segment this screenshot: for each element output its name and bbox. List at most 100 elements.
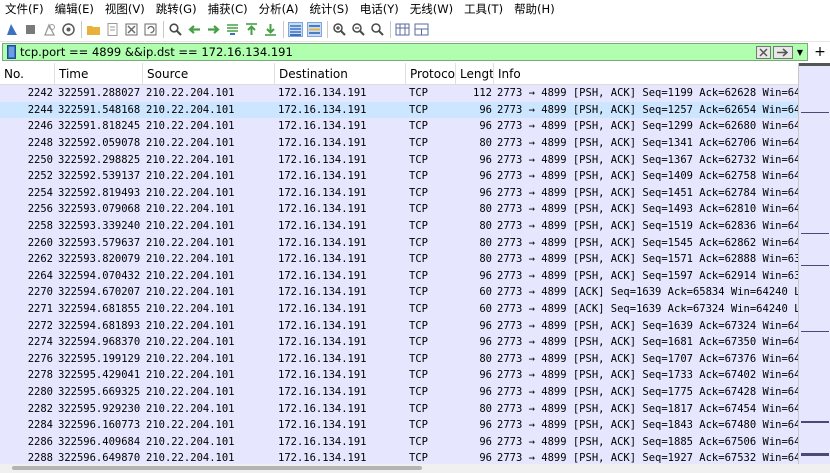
packet-row[interactable]: 2286 322596.409684 210.22.204.101 172.16.13… [0, 433, 798, 451]
packet-number: 2258 [27, 220, 53, 233]
clear-filter-icon[interactable] [756, 45, 771, 59]
go-last-icon[interactable] [262, 21, 279, 39]
go-back-icon[interactable] [186, 21, 203, 39]
apply-filter-icon[interactable] [773, 45, 793, 59]
packet-info: 2773 → 4899 [PSH, ACK] Seq=1493 Ack=6281… [497, 203, 798, 216]
packet-row[interactable]: 2248 322592.059078 210.22.204.101 172.16.13… [0, 134, 798, 152]
horizontal-scrollbar-thumb[interactable] [12, 466, 422, 470]
packet-rows: 2242 322591.288027 210.22.204.101 172.16.13… [0, 85, 798, 464]
column-header-protocol[interactable]: Protoco [406, 63, 456, 85]
packet-time: 322595.669325 [58, 385, 141, 398]
packet-row[interactable]: 2270 322594.670207 210.22.204.101 172.16.13… [0, 284, 798, 301]
start-capture-icon[interactable] [3, 21, 20, 39]
colorize-icon[interactable] [306, 21, 323, 39]
packet-row[interactable]: 2258 322593.339240 210.22.204.101 172.16.13… [0, 217, 798, 235]
menu-item-3[interactable]: 跳转(G) [151, 0, 203, 18]
packet-time: 322592.819493 [58, 186, 141, 199]
packet-number: 2276 [27, 352, 53, 365]
packet-length: 96 [479, 336, 492, 349]
packet-minimap-scrollbar[interactable] [798, 63, 830, 464]
go-to-packet-icon[interactable] [224, 21, 241, 39]
packet-destination: 172.16.134.191 [278, 253, 367, 266]
find-packet-icon[interactable] [167, 21, 184, 39]
packet-source: 210.22.204.101 [146, 153, 235, 166]
packet-row[interactable]: 2272 322594.681893 210.22.204.101 172.16.13… [0, 317, 798, 334]
menu-item-9[interactable]: 工具(T) [459, 0, 509, 18]
packet-destination: 172.16.134.191 [278, 269, 367, 282]
menu-item-6[interactable]: 统计(S) [304, 0, 354, 18]
packet-row[interactable]: 2282 322595.929230 210.22.204.101 172.16.13… [0, 400, 798, 417]
menu-item-1[interactable]: 编辑(E) [50, 0, 100, 18]
packet-row[interactable]: 2278 322595.429041 210.22.204.101 172.16.13… [0, 367, 798, 384]
packet-row[interactable]: 2271 322594.681855 210.22.204.101 172.16.13… [0, 300, 798, 318]
toolbar-separator [327, 21, 328, 38]
autoscroll-icon[interactable] [287, 21, 304, 39]
add-filter-button[interactable]: + [813, 43, 827, 61]
packet-row[interactable]: 2288 322596.649870 210.22.204.101 172.16.13… [0, 450, 798, 464]
zoom-reset-icon[interactable] [369, 21, 386, 39]
packet-row[interactable]: 2254 322592.819493 210.22.204.101 172.16.13… [0, 184, 798, 202]
packet-row[interactable]: 2244 322591.548168 210.22.204.101 172.16.13… [0, 101, 798, 119]
minimap-thumb[interactable] [799, 63, 830, 66]
packet-list[interactable]: No. Time Source Destination Protoco Leng… [0, 63, 798, 464]
packet-number: 2270 [27, 286, 53, 299]
packet-row[interactable]: 2280 322595.669325 210.22.204.101 172.16.13… [0, 383, 798, 401]
menu-item-8[interactable]: 无线(W) [405, 0, 459, 18]
horizontal-scrollbar[interactable] [0, 464, 830, 473]
filter-bookmark-icon[interactable] [5, 44, 17, 60]
packet-source: 210.22.204.101 [146, 186, 235, 199]
menu-item-7[interactable]: 电话(Y) [355, 0, 405, 18]
packet-row[interactable]: 2246 322591.818245 210.22.204.101 172.16.13… [0, 118, 798, 135]
open-file-icon[interactable] [85, 21, 102, 39]
column-header-length[interactable]: Lengt [456, 63, 494, 85]
zoom-in-icon[interactable] [331, 21, 348, 39]
packet-row[interactable]: 2276 322595.199129 210.22.204.101 172.16.13… [0, 350, 798, 368]
packet-number: 2282 [27, 402, 53, 415]
packet-source: 210.22.204.101 [146, 303, 235, 316]
display-filter-input[interactable] [17, 44, 756, 60]
column-header-time[interactable]: Time [55, 63, 143, 85]
packet-number: 2271 [27, 303, 53, 316]
packet-source: 210.22.204.101 [146, 319, 235, 332]
menu-item-2[interactable]: 视图(V) [100, 0, 151, 18]
packet-length: 80 [479, 220, 492, 233]
column-header-source[interactable]: Source [143, 63, 275, 85]
packet-row[interactable]: 2264 322594.070432 210.22.204.101 172.16.13… [0, 267, 798, 285]
go-first-icon[interactable] [243, 21, 260, 39]
packet-length: 96 [479, 319, 492, 332]
packet-protocol: TCP [409, 87, 428, 100]
packet-row[interactable]: 2252 322592.539137 210.22.204.101 172.16.13… [0, 167, 798, 185]
go-forward-icon[interactable] [205, 21, 222, 39]
column-header-destination[interactable]: Destination [275, 63, 406, 85]
stop-capture-icon[interactable] [22, 21, 39, 39]
restart-capture-icon[interactable] [41, 21, 58, 39]
menu-item-4[interactable]: 捕获(C) [203, 0, 254, 18]
packet-protocol: TCP [409, 352, 428, 365]
display-filter-box: ▼ [2, 43, 808, 61]
chevron-down-icon[interactable]: ▼ [795, 45, 805, 59]
packet-row[interactable]: 2274 322594.968370 210.22.204.101 172.16.13… [0, 333, 798, 351]
packet-info: 2773 → 4899 [ACK] Seq=1639 Ack=65834 Win… [497, 286, 798, 299]
packet-row[interactable]: 2262 322593.820079 210.22.204.101 172.16.13… [0, 250, 798, 268]
capture-options-icon[interactable] [60, 21, 77, 39]
column-header-no[interactable]: No. [0, 63, 55, 85]
layout-icon[interactable] [413, 21, 430, 39]
close-file-icon[interactable] [123, 21, 140, 39]
save-file-icon[interactable] [104, 21, 121, 39]
menu-item-10[interactable]: 帮助(H) [509, 0, 561, 18]
packet-row[interactable]: 2256 322593.079068 210.22.204.101 172.16.13… [0, 201, 798, 218]
column-header-info[interactable]: Info [494, 63, 798, 85]
packet-row[interactable]: 2242 322591.288027 210.22.204.101 172.16.13… [0, 85, 798, 102]
reload-file-icon[interactable] [142, 21, 159, 39]
menu-item-5[interactable]: 分析(A) [254, 0, 305, 18]
resize-columns-icon[interactable] [394, 21, 411, 39]
packet-info: 2773 → 4899 [PSH, ACK] Seq=1597 Ack=6291… [497, 269, 798, 282]
packet-time: 322591.548168 [58, 103, 141, 116]
menu-item-0[interactable]: 文件(F) [0, 0, 50, 18]
packet-row[interactable]: 2250 322592.298825 210.22.204.101 172.16.13… [0, 151, 798, 168]
packet-row[interactable]: 2260 322593.579637 210.22.204.101 172.16.13… [0, 234, 798, 251]
zoom-out-icon[interactable] [350, 21, 367, 39]
packet-row[interactable]: 2284 322596.160773 210.22.204.101 172.16.13… [0, 416, 798, 434]
packet-length: 96 [479, 435, 492, 448]
packet-destination: 172.16.134.191 [278, 336, 367, 349]
